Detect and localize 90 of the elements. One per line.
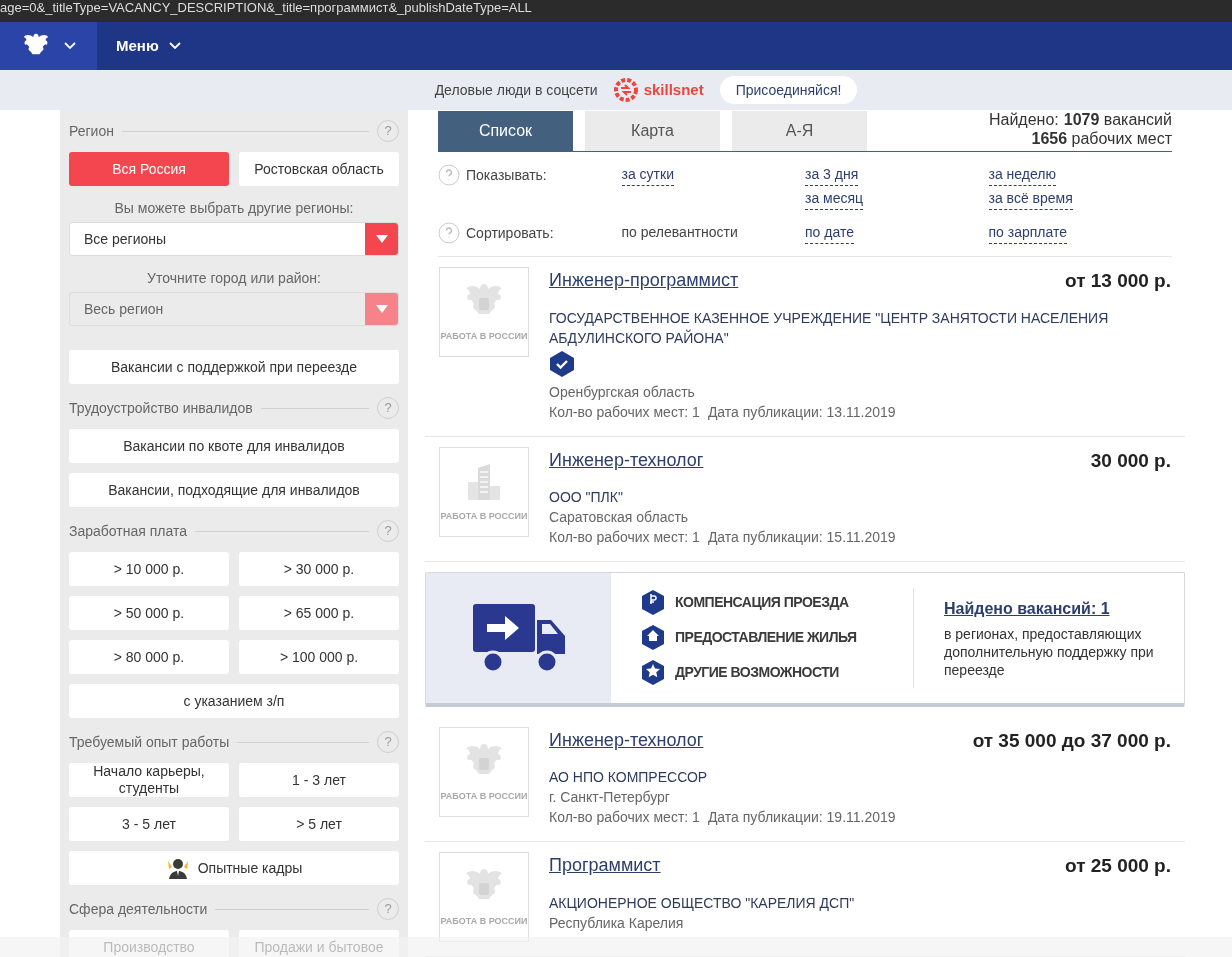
company-name: ГОСУДАРСТВЕННОЕ КАЗЕННОЕ УЧРЕЖДЕНИЕ "ЦЕНТР ЗАНЯТОСТИ НАСЕЛЕНИЯ АБДУЛИНСКОГО РАЙОНА" — [549, 308, 1110, 348]
vacancy-region: Республика Карелия — [549, 913, 685, 933]
star-icon — [641, 659, 665, 687]
filter-button[interactable]: > 50 000 р. — [69, 596, 229, 630]
filter-button[interactable]: 1 - 3 лет — [239, 763, 399, 797]
support-feature: ДРУГИЕ ВОЗМОЖНОСТИ — [675, 662, 839, 683]
section-title: Регион — [69, 121, 114, 141]
dropdown-icon — [365, 223, 398, 255]
filter-button[interactable]: Вся Россия — [69, 152, 229, 186]
chevron-down-icon — [63, 42, 76, 50]
section-title: Трудоустройство инвалидов — [69, 398, 253, 418]
filter-option-link[interactable]: по релевантности — [621, 222, 738, 243]
salary: от 13 000 р. — [1065, 269, 1171, 293]
workplaces-count: Кол-во рабочих мест: 1 — [549, 808, 700, 827]
person-icon — [165, 857, 190, 879]
dropdown-icon — [365, 293, 398, 325]
filter-option-link[interactable]: по дате — [805, 222, 854, 244]
truck-icon — [470, 601, 567, 674]
logo-caption: РАБОТА В РОССИИ — [440, 789, 528, 803]
house-icon — [641, 624, 665, 652]
help-icon[interactable] — [438, 164, 460, 186]
filter-option-link[interactable]: за неделю — [988, 164, 1056, 186]
filter-label: Показывать: — [466, 166, 547, 185]
ruble-icon — [641, 589, 665, 617]
field-caption: Вы можете выбрать другие регионы: — [113, 199, 355, 218]
vacancy-region: г. Санкт-Петербург — [549, 788, 671, 807]
filter-button[interactable]: Начало карьеры, студенты — [69, 763, 229, 797]
filter-button[interactable]: Ростовская область — [239, 152, 399, 186]
vacancy-title-link[interactable]: Инженер-технолог — [549, 726, 704, 754]
publication-date: Дата публикации: 19.11.2019 — [707, 808, 896, 827]
publication-date: Дата публикации: 15.11.2019 — [707, 528, 896, 547]
filter-option-link[interactable]: за сутки — [621, 164, 674, 186]
region-select[interactable]: Все регионы — [69, 222, 399, 256]
experienced-staff-button[interactable]: Опытные кадры — [69, 851, 399, 885]
filter-button[interactable]: > 5 лет — [239, 807, 399, 841]
vacancy-title-link[interactable]: Инженер-технолог — [549, 446, 704, 474]
salary: 30 000 р. — [1090, 448, 1171, 473]
found-label: Найдено: — [988, 110, 1059, 129]
vacancy-title-link[interactable]: Инженер-программист — [549, 267, 739, 294]
view-tab[interactable]: А-Я — [732, 111, 867, 151]
help-icon[interactable] — [438, 222, 460, 244]
support-feature: ПРЕДОСТАВЛЕНИЕ ЖИЛЬЯ — [675, 627, 857, 648]
field-caption: Уточните город или район: — [146, 269, 322, 288]
vacancies-count: 1079 вакансий — [1063, 110, 1172, 129]
filter-button[interactable]: > 10 000 р. — [69, 552, 229, 586]
filter-button[interactable]: Вакансии, подходящие для инвалидов — [69, 473, 399, 507]
page-url[interactable]: age=0&_titleType=VACANCY_DESCRIPTION&_title=программист&_publishDateType=ALL — [0, 0, 532, 22]
gear-logo-icon — [611, 76, 640, 104]
section-title: Заработная плата — [69, 521, 187, 541]
filter-button[interactable]: > 100 000 р. — [239, 640, 399, 674]
salary: от 35 000 до 37 000 р. — [972, 728, 1171, 753]
support-feature: КОМПЕНСАЦИЯ ПРОЕЗДА — [675, 592, 849, 613]
company-name: ООО "ПЛК" — [549, 488, 624, 507]
found-vacancies-link[interactable]: Найдено вакансий: 1 — [944, 596, 1164, 621]
chevron-down-icon — [168, 42, 181, 50]
menu-button[interactable]: Меню — [116, 22, 181, 70]
filter-option-link[interactable]: за месяц — [805, 188, 864, 210]
brand-name: skillsnet — [643, 79, 704, 100]
publication-date: Дата публикации: 13.11.2019 — [707, 402, 896, 422]
view-tab[interactable]: Карта — [585, 111, 720, 151]
salary: от 25 000 р. — [1065, 854, 1171, 878]
logo-caption: РАБОТА В РОССИИ — [440, 330, 528, 344]
filter-option-link[interactable]: по зарплате — [988, 222, 1068, 244]
join-button[interactable]: Присоединяйся! — [719, 76, 858, 104]
workplaces-count: Кол-во рабочих мест: 1 — [549, 402, 700, 422]
banner-text: Деловые люди в соцсети — [434, 80, 598, 100]
filter-button[interactable]: Вакансии с поддержкой при переезде — [69, 350, 399, 384]
workplaces-count: Кол-во рабочих мест: 1 — [549, 528, 700, 547]
vacancy-title-link[interactable]: Программист — [549, 852, 661, 879]
company-name: АО НПО КОМПРЕССОР — [549, 768, 709, 787]
logo-menu-button[interactable] — [0, 22, 97, 70]
logo-caption: РАБОТА В РОССИИ — [440, 915, 528, 929]
filter-button[interactable]: с указанием з/п — [69, 684, 399, 718]
company-name: АКЦИОНЕРНОЕ ОБЩЕСТВО "КАРЕЛИЯ ДСП" — [549, 893, 856, 913]
filter-button[interactable]: Вакансии по квоте для инвалидов — [69, 429, 399, 463]
filter-button[interactable]: > 65 000 р. — [239, 596, 399, 630]
section-title: Сфера деятельности — [69, 899, 208, 919]
vacancy-region: Саратовская область — [549, 508, 690, 527]
logo-caption: РАБОТА В РОССИИ — [440, 509, 528, 523]
workplaces-total: 1656 рабочих мест — [1031, 129, 1172, 148]
view-tab[interactable]: Список — [438, 111, 573, 151]
filter-label: Сортировать: — [466, 224, 554, 243]
filter-option-link[interactable]: за 3 дня — [805, 164, 859, 186]
filter-button[interactable]: > 80 000 р. — [69, 640, 229, 674]
section-title: Требуемый опыт работы — [69, 732, 230, 752]
promo-description: в регионах, предоставляющих дополнительную поддержку при переезде — [944, 624, 1155, 679]
filter-option-link[interactable]: за всё время — [988, 188, 1073, 210]
filter-button[interactable]: 3 - 5 лет — [69, 807, 229, 841]
vacancy-region: Оренбургская область — [549, 382, 696, 402]
filter-button[interactable]: > 30 000 р. — [239, 552, 399, 586]
